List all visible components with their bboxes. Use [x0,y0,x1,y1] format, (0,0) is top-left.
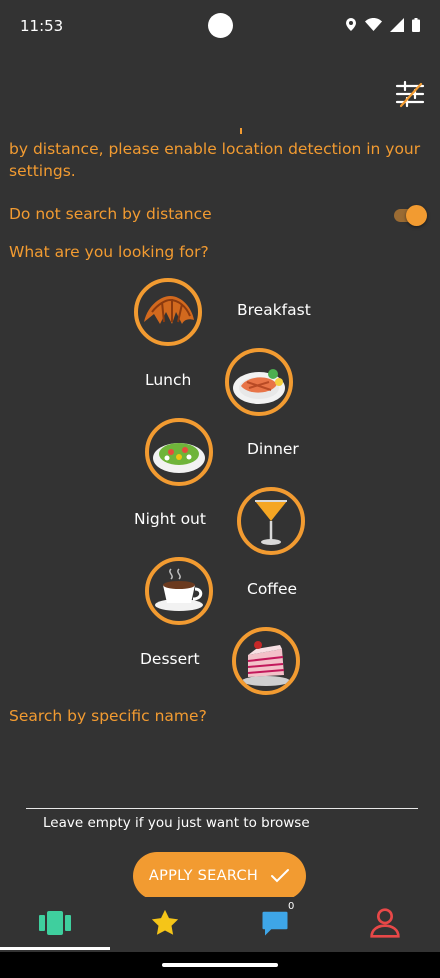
camera-cutout [208,13,233,38]
salmon-plate-icon [233,369,285,404]
distance-toggle-label: Do not search by distance [9,205,212,223]
night-out-button[interactable] [237,487,305,555]
cards-icon [39,911,71,935]
status-bar: 11:53 [0,0,440,52]
location-notice: by distance, please enable location dete… [9,140,421,180]
nav-profile[interactable] [330,897,440,949]
category-label-breakfast: Breakfast [237,301,311,319]
battery-icon [412,17,420,32]
breakfast-button[interactable] [134,278,202,346]
scroll-edge-mark [240,128,242,134]
nav-browse[interactable] [0,897,110,949]
dinner-button[interactable] [145,418,213,486]
person-icon [370,908,400,938]
name-search-helper: Leave empty if you just want to browse [43,815,310,831]
category-label-dessert: Dessert [140,650,200,668]
coffee-cup-icon [155,568,203,611]
apply-search-label: APPLY SEARCH [148,868,259,884]
signal-icon [390,17,404,32]
name-search-input[interactable] [26,770,418,809]
category-label-night-out: Night out [134,510,206,528]
lunch-button[interactable] [225,348,293,416]
location-icon [346,18,356,31]
messages-badge: 0 [288,901,295,912]
croissant-icon [144,296,194,324]
distance-toggle[interactable] [394,205,428,226]
dessert-button[interactable] [232,627,300,695]
category-label-lunch: Lunch [145,371,192,389]
sliders-off-icon [395,80,425,108]
wifi-icon [365,18,382,31]
toggle-thumb [406,205,427,226]
filter-toggle-button[interactable] [395,80,425,108]
categories-question: What are you looking for? [9,243,209,261]
system-gesture-bar [0,952,440,978]
active-tab-indicator [0,947,110,950]
status-icons [345,17,420,32]
home-gesture-handle[interactable] [162,963,278,967]
nav-messages[interactable] [220,897,330,949]
status-time: 11:53 [20,17,64,35]
nav-favorites[interactable] [110,897,220,949]
apply-search-button[interactable]: APPLY SEARCH [133,852,306,900]
coffee-button[interactable] [145,557,213,625]
chat-icon [262,911,288,936]
star-icon [151,909,179,935]
cocktail-icon [255,500,287,545]
cake-icon [242,641,290,686]
salad-plate-icon [153,443,205,473]
check-icon [271,869,290,883]
category-label-coffee: Coffee [247,580,298,598]
name-search-label: Search by specific name? [9,707,207,725]
bottom-nav: 0 [0,897,440,952]
category-label-dinner: Dinner [247,440,299,458]
